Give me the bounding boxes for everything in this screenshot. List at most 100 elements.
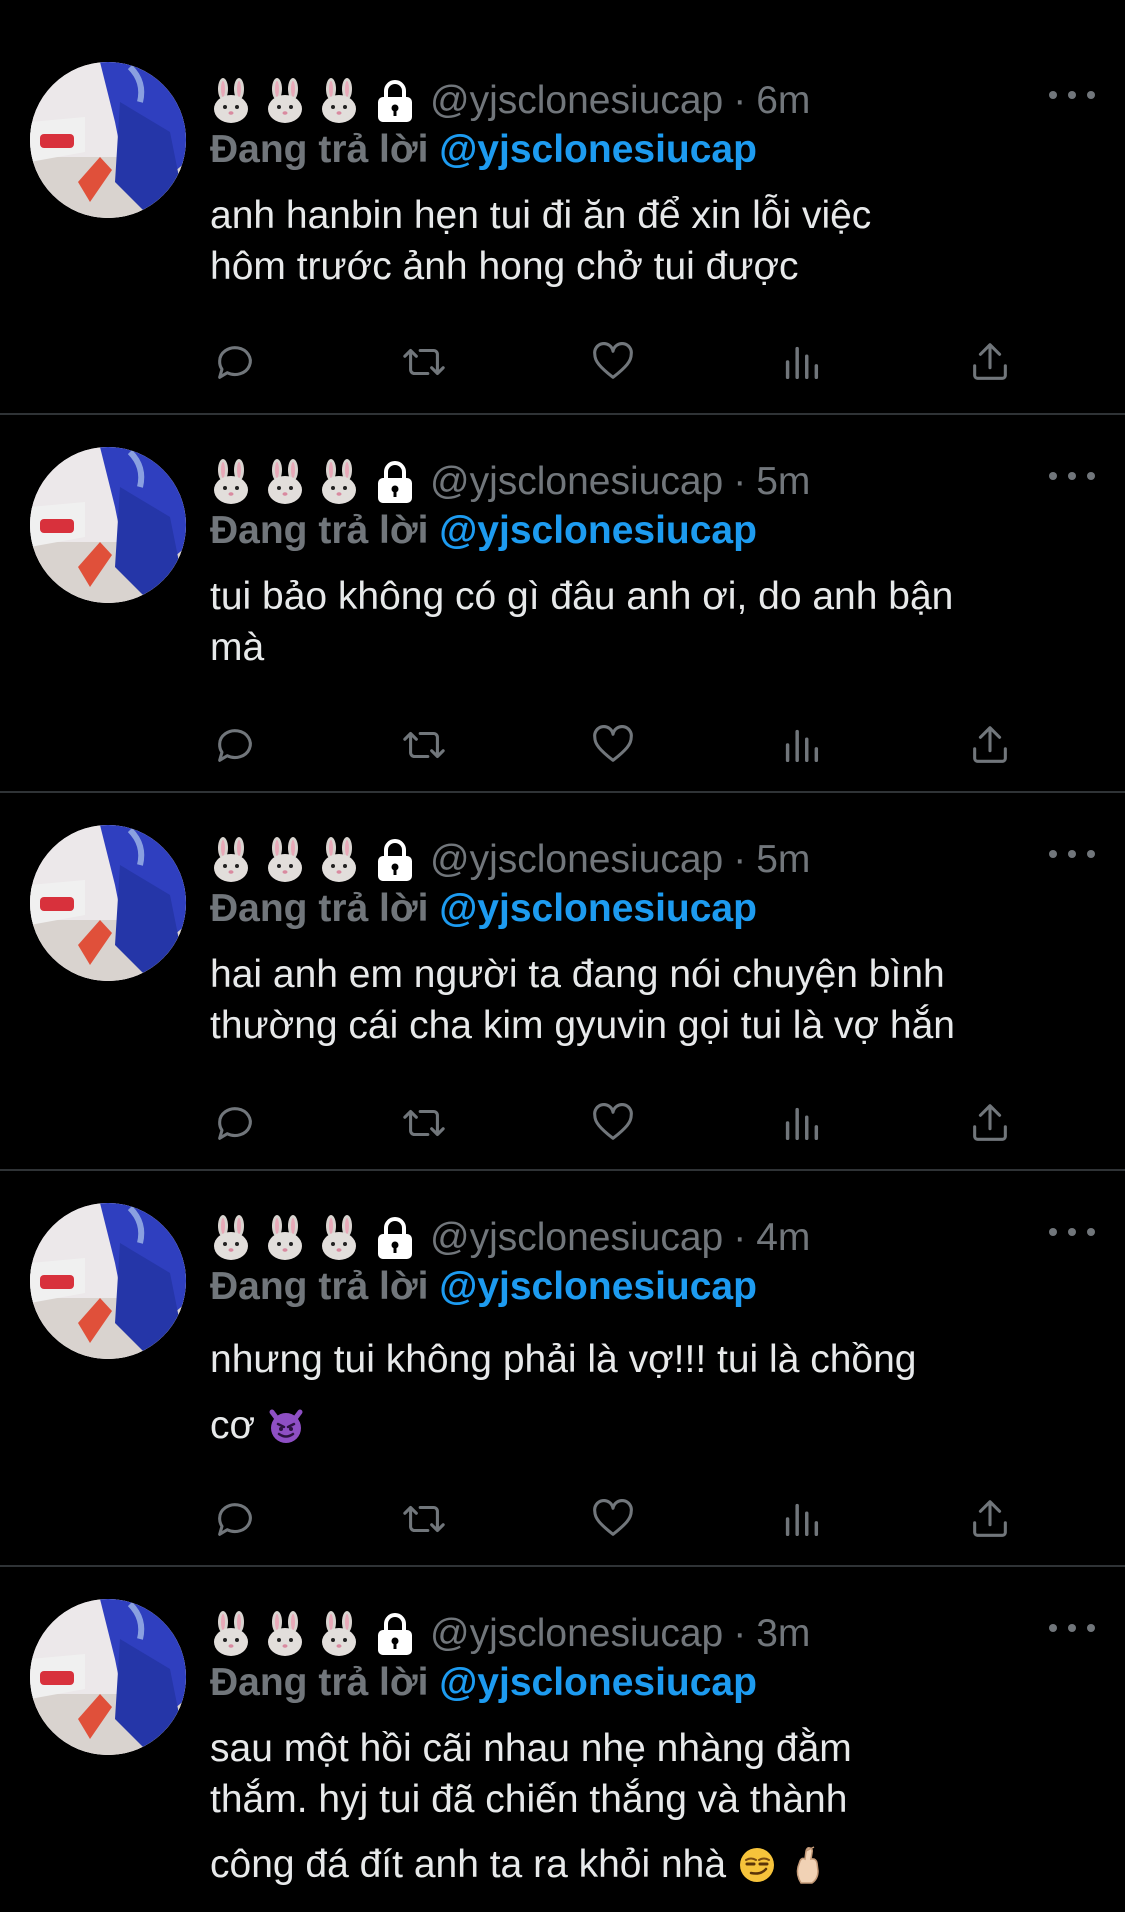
like-button[interactable] — [588, 337, 638, 387]
tweet-text-line-wrap: công đá đít anh ta ra khỏi nhà — [210, 1839, 1095, 1890]
rabbit-face-icon — [268, 837, 302, 882]
rabbit-face-icon — [214, 78, 248, 123]
reply-button[interactable] — [210, 1098, 260, 1148]
share-icon — [973, 1104, 1007, 1141]
share-button[interactable] — [965, 1494, 1015, 1544]
like-button[interactable] — [588, 1494, 638, 1544]
rabbit-face-icon — [322, 78, 356, 123]
share-button[interactable] — [965, 1098, 1015, 1148]
retweet-icon — [403, 348, 445, 376]
tweet[interactable]: @yjsclonesiucap · 6m Đang trả lời @yjscl… — [0, 0, 1125, 415]
avatar[interactable] — [30, 1203, 186, 1359]
handle[interactable]: @yjsclonesiucap — [430, 1612, 723, 1656]
heart-icon — [592, 1499, 633, 1536]
display-name[interactable] — [210, 78, 360, 124]
rabbit-face-icon — [322, 459, 356, 504]
retweet-button[interactable] — [399, 720, 449, 770]
tweet-actions — [210, 337, 1015, 387]
retweet-button[interactable] — [399, 1494, 449, 1544]
display-name[interactable] — [210, 837, 360, 883]
views-button[interactable] — [776, 1098, 826, 1148]
timestamp[interactable]: 5m — [756, 460, 810, 504]
timestamp[interactable]: 5m — [756, 838, 810, 882]
reply-prefix: Đang trả lời — [210, 1265, 429, 1308]
views-icon — [786, 729, 819, 763]
views-icon — [786, 1503, 819, 1537]
lock-icon — [378, 1613, 412, 1655]
share-icon — [973, 726, 1007, 763]
retweet-icon — [403, 731, 445, 759]
handle[interactable]: @yjsclonesiucap — [430, 1216, 723, 1260]
handle[interactable]: @yjsclonesiucap — [430, 838, 723, 882]
tweet[interactable]: @yjsclonesiucap · 5m Đang trả lời @yjscl… — [0, 415, 1125, 793]
like-button[interactable] — [588, 1098, 638, 1148]
retweet-icon — [403, 1505, 445, 1533]
share-icon — [973, 343, 1007, 380]
timestamp[interactable]: 3m — [756, 1612, 810, 1656]
reply-prefix: Đang trả lời — [210, 1661, 429, 1704]
tweet-header: @yjsclonesiucap · 5m — [210, 453, 1095, 511]
like-button[interactable] — [588, 720, 638, 770]
share-button[interactable] — [965, 720, 1015, 770]
tweet-text-line: thường cái cha kim gyuvin gọi tui là vợ … — [210, 1004, 955, 1047]
rabbit-face-icon — [268, 78, 302, 123]
avatar[interactable] — [30, 447, 186, 603]
tweet-actions — [210, 1098, 1015, 1148]
tweet-text-line: sau một hồi cãi nhau nhẹ nhàng đằm — [210, 1727, 852, 1770]
tweet-text: hai anh em người ta đang nói chuyện bình… — [210, 949, 1095, 1051]
reply-target-link[interactable]: @yjsclonesiucap — [439, 887, 757, 930]
share-button[interactable] — [965, 337, 1015, 387]
rabbit-face-icon — [268, 1215, 302, 1260]
reply-target-link[interactable]: @yjsclonesiucap — [439, 1661, 757, 1704]
display-name[interactable] — [210, 1215, 360, 1261]
reply-target-link[interactable]: @yjsclonesiucap — [439, 509, 757, 552]
reply-prefix: Đang trả lời — [210, 128, 429, 171]
heart-icon — [592, 725, 633, 762]
reply-button[interactable] — [210, 337, 260, 387]
reply-target-link[interactable]: @yjsclonesiucap — [439, 1265, 757, 1308]
retweet-button[interactable] — [399, 337, 449, 387]
tweet[interactable]: @yjsclonesiucap · 4m Đang trả lời @yjscl… — [0, 1171, 1125, 1567]
avatar[interactable] — [30, 825, 186, 981]
avatar[interactable] — [30, 1599, 186, 1755]
tweet-header: @yjsclonesiucap · 5m — [210, 831, 1095, 889]
reply-button[interactable] — [210, 720, 260, 770]
retweet-icon — [403, 1109, 445, 1137]
tweet-text: tui bảo không có gì đâu anh ơi, do anh b… — [210, 571, 1095, 673]
reply-context: Đang trả lời @yjsclonesiucap — [210, 887, 1095, 937]
reply-context: Đang trả lời @yjsclonesiucap — [210, 1661, 1095, 1711]
views-button[interactable] — [776, 337, 826, 387]
tweet-actions — [210, 720, 1015, 770]
display-name[interactable] — [210, 459, 360, 505]
separator: · — [733, 79, 747, 122]
retweet-button[interactable] — [399, 1098, 449, 1148]
handle[interactable]: @yjsclonesiucap — [430, 79, 723, 123]
views-icon — [786, 1107, 819, 1141]
views-button[interactable] — [776, 720, 826, 770]
tweet[interactable]: @yjsclonesiucap · 5m Đang trả lời @yjscl… — [0, 793, 1125, 1171]
timestamp[interactable]: 6m — [756, 79, 810, 123]
share-icon — [973, 1500, 1007, 1537]
tweet[interactable]: @yjsclonesiucap · 3m Đang trả lời @yjscl… — [0, 1567, 1125, 1912]
rabbit-face-icon — [322, 1215, 356, 1260]
views-button[interactable] — [776, 1494, 826, 1544]
reply-button[interactable] — [210, 1494, 260, 1544]
tweet-text-line: hôm trước ảnh hong chở tui được — [210, 245, 799, 288]
avatar[interactable] — [30, 62, 186, 218]
rabbit-face-icon — [322, 1611, 356, 1656]
reply-prefix: Đang trả lời — [210, 887, 429, 930]
reply-icon — [218, 1107, 252, 1140]
rabbit-face-icon — [214, 1611, 248, 1656]
tweet-header: @yjsclonesiucap · 3m — [210, 1605, 1095, 1663]
separator: · — [733, 1216, 747, 1259]
handle[interactable]: @yjsclonesiucap — [430, 460, 723, 504]
reply-icon — [218, 1503, 252, 1536]
display-name[interactable] — [210, 1611, 360, 1657]
timestamp[interactable]: 4m — [756, 1216, 810, 1260]
reply-target-link[interactable]: @yjsclonesiucap — [439, 128, 757, 171]
tweet-content: @yjsclonesiucap · 5m Đang trả lời @yjscl… — [210, 453, 1095, 673]
lock-icon — [378, 1217, 412, 1259]
rabbit-face-icon — [268, 459, 302, 504]
lock-icon — [378, 839, 412, 881]
separator: · — [733, 838, 747, 881]
